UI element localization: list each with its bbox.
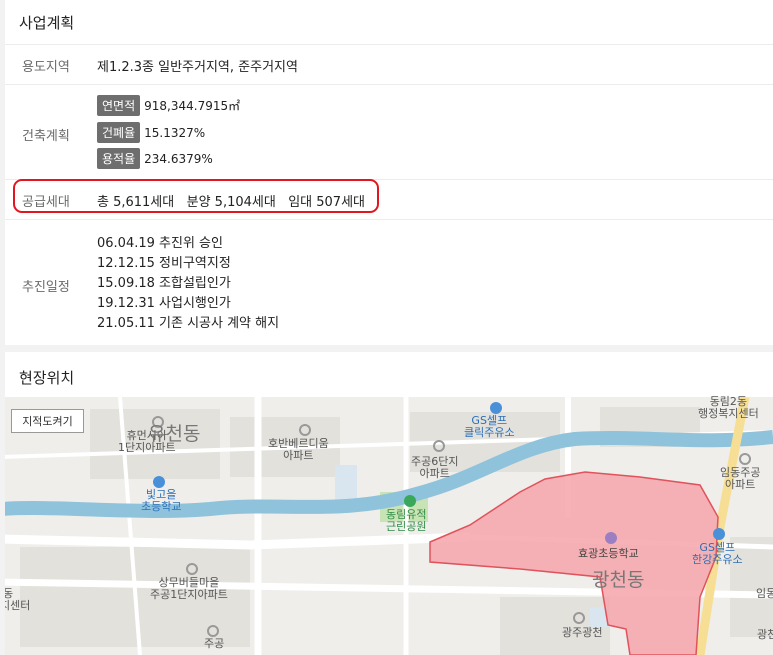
building-item-far: 용적율 234.6379%	[97, 148, 213, 169]
far-value: 234.6379%	[144, 152, 213, 166]
badge-coverage: 건폐율	[97, 122, 141, 143]
map-label: 빛고을 초등학교	[141, 488, 182, 513]
badge-far: 용적율	[97, 148, 141, 169]
park-icon	[404, 495, 416, 507]
map-label: 호반베르디움 아파트	[268, 437, 329, 462]
schedule-item: 15.09.18 조합설립인가	[97, 276, 231, 291]
building-item-coverage: 건폐율 15.1327%	[97, 122, 205, 143]
gas-station-icon	[490, 402, 502, 414]
section-title-site: 현장위치	[19, 369, 75, 387]
schedule-item: 06.04.19 추진위 승인	[97, 236, 223, 251]
business-plan-panel: 사업계획 용도지역 제1.2.3종 일반주거지역, 준주거지역 건축계획 연면적…	[5, 0, 773, 345]
apartment-marker-icon	[739, 453, 751, 465]
building-row: 건축계획 연면적 918,344.7915㎡ 건폐율 15.1327% 용적율 234…	[5, 84, 773, 180]
zoning-row: 용도지역 제1.2.3종 일반주거지역, 준주거지역	[5, 44, 773, 85]
site-location-panel: 현장위치 휴먼시아 1단지아파트 유천동 호반베르디움 아파트 주공6단지 아파…	[5, 352, 773, 655]
apartment-marker-icon	[186, 563, 198, 575]
map-label: 광천	[757, 628, 773, 641]
schedule-label: 추진일정	[22, 280, 70, 295]
map-label: 동림2동 행정복지센터	[698, 395, 759, 420]
map-label: 주공6단지 아파트	[411, 455, 459, 480]
district-label: 유천동	[148, 423, 201, 445]
schedule-row: 추진일정 06.04.19 추진위 승인 12.12.15 정비구역지정 15.…	[5, 219, 773, 346]
map-label: GS셀프 한강주유소	[692, 541, 743, 566]
coverage-value: 15.1327%	[144, 126, 206, 140]
map-label: i동지센터	[5, 587, 31, 612]
section-title-plan: 사업계획	[19, 14, 75, 32]
schedule-item: 12.12.15 정비구역지정	[97, 256, 231, 271]
school-icon	[605, 532, 617, 544]
map-label: 효광초등학교	[578, 547, 639, 560]
schedule-item: 19.12.31 사업시행인가	[97, 296, 231, 311]
building-label: 건축계획	[22, 129, 70, 144]
apartment-marker-icon	[433, 440, 445, 452]
map-label: 임동주공 아파트	[720, 466, 761, 491]
floor-area-value: 918,344.7915㎡	[144, 99, 241, 113]
zoning-value: 제1.2.3종 일반주거지역, 준주거지역	[97, 60, 298, 75]
highlight-box	[13, 179, 379, 213]
map-label: 상무버들마을 주공1단지아파트	[150, 576, 228, 601]
apartment-marker-icon	[573, 612, 585, 624]
gas-station-icon	[713, 528, 725, 540]
apartment-marker-icon	[299, 424, 311, 436]
school-icon	[153, 476, 165, 488]
schedule-item: 21.05.11 기존 시공사 계약 해지	[97, 316, 280, 331]
map-label: 주공	[204, 637, 225, 650]
district-label: 광천동	[592, 569, 645, 591]
map-label: GS셀프 클릭주유소	[464, 414, 515, 439]
map-label: 임동	[756, 587, 773, 600]
apartment-marker-icon	[207, 625, 219, 637]
building-item-floor-area: 연면적 918,344.7915㎡	[97, 95, 240, 116]
map-label: 광주광천	[562, 626, 603, 639]
cadastral-map-toggle-button[interactable]: 지적도켜기	[11, 409, 84, 433]
zoning-label: 용도지역	[22, 60, 70, 75]
map-label: 동림유적 근린공원	[386, 508, 427, 533]
badge-floor-area: 연면적	[97, 95, 141, 116]
